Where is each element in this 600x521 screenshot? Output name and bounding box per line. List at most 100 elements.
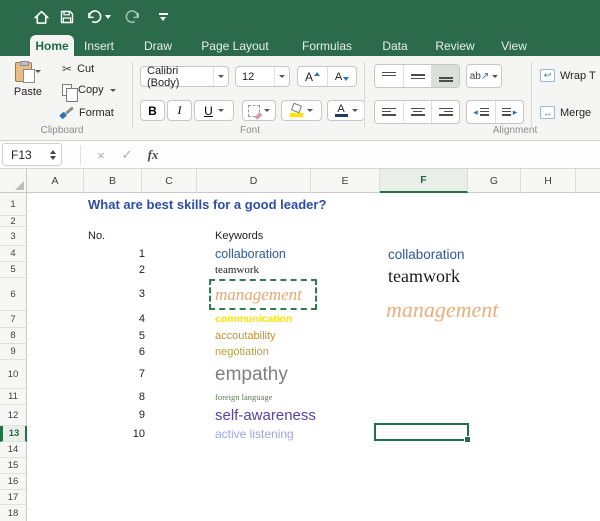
number-cell-7[interactable]: 7 [95,360,145,389]
keyword-cell-negotiation[interactable]: negotiation [215,344,269,360]
name-box[interactable]: F13 [2,143,62,166]
keyword-cell-accoutability[interactable]: accoutability [215,328,276,344]
align-top-button[interactable] [375,65,403,87]
row-header-6[interactable]: 6 [0,278,27,311]
preview-cell-teamwork[interactable]: teamwork [388,264,460,289]
paste-button[interactable]: Paste [8,61,48,98]
tab-formulas[interactable]: Formulas [296,36,358,56]
fill-color-dropdown-caret[interactable] [307,109,313,112]
wrap-text-button[interactable]: ↩ Wrap T [540,69,596,82]
align-left-button[interactable] [375,101,403,123]
number-cell-9[interactable]: 9 [95,405,145,426]
row-header-5[interactable]: 5 [0,262,27,278]
tab-home[interactable]: Home [30,35,74,56]
font-name-combo[interactable]: Calibri (Body) [140,65,229,89]
preview-cell-management[interactable]: management [386,293,498,327]
row-header-17[interactable]: 17 [0,490,27,505]
underline-button[interactable]: U [194,100,234,121]
cancel-button[interactable]: × [90,141,112,169]
grow-font-button[interactable]: A [298,67,327,86]
tab-view[interactable]: View [496,36,532,56]
font-name-dropdown-caret[interactable] [213,67,228,86]
undo-button[interactable] [85,7,111,27]
decrease-indent-button[interactable]: ◂ [467,101,495,123]
preview-cell-collaboration[interactable]: collaboration [388,246,465,264]
orientation-dropdown-caret[interactable] [492,74,499,78]
insert-function-button[interactable]: fx [142,141,164,169]
align-bottom-button[interactable] [431,65,459,87]
row-header-3[interactable]: 3 [0,227,27,246]
row-header-11[interactable]: 11 [0,389,27,405]
copy-dropdown-caret[interactable] [109,88,116,92]
customize-quick-access-icon[interactable] [153,7,173,27]
keyword-cell-active-listening[interactable]: active listening [215,426,294,442]
row-header-8[interactable]: 8 [0,328,27,344]
row-header-12[interactable]: 12 [0,405,27,426]
tab-page-layout[interactable]: Page Layout [196,36,274,56]
number-cell-1[interactable]: 1 [95,246,145,262]
redo-button[interactable] [122,7,142,27]
keyword-cell-collaboration[interactable]: collaboration [215,246,286,262]
sheet-title-cell[interactable]: What are best skills for a good leader? [88,193,326,216]
no-header-cell[interactable]: No. [88,227,105,246]
keyword-cell-empathy[interactable]: empathy [215,360,288,389]
borders-button[interactable] [242,100,276,121]
cut-button[interactable]: ✂ Cut [62,62,94,76]
number-cell-10[interactable]: 10 [95,426,145,442]
row-header-18[interactable]: 18 [0,505,27,521]
orientation-button[interactable]: ab↗ [466,64,502,88]
formula-input[interactable] [168,141,600,169]
column-header-c[interactable]: C [142,169,197,193]
bold-button[interactable]: B [140,100,165,121]
number-cell-5[interactable]: 5 [95,328,145,344]
keyword-cell-communication[interactable]: communication [215,311,293,328]
fill-color-button[interactable] [281,100,322,121]
italic-button[interactable]: I [167,100,192,121]
format-painter-button[interactable]: Format [60,106,114,119]
align-center-button[interactable] [403,101,431,123]
keywords-header-cell[interactable]: Keywords [215,227,263,246]
tab-draw[interactable]: Draw [141,36,175,56]
name-box-spinner[interactable] [50,149,56,160]
column-header-partial[interactable] [576,169,600,193]
column-header-f[interactable]: F [380,169,468,193]
keyword-cell-teamwork[interactable]: teamwork [215,262,259,278]
tab-review[interactable]: Review [431,36,479,56]
column-header-h[interactable]: H [521,169,576,193]
row-header-16[interactable]: 16 [0,474,27,490]
align-middle-button[interactable] [403,65,431,87]
row-header-4[interactable]: 4 [0,246,27,262]
number-cell-6[interactable]: 6 [95,344,145,360]
paste-dropdown-caret[interactable] [35,70,41,73]
font-size-dropdown-caret[interactable] [274,67,289,86]
number-cell-2[interactable]: 2 [95,262,145,278]
shrink-font-button[interactable]: A [327,67,356,86]
row-header-9[interactable]: 9 [0,344,27,360]
number-cell-8[interactable]: 8 [95,389,145,405]
font-color-button[interactable]: A [327,100,365,121]
row-header-7[interactable]: 7 [0,311,27,328]
fill-handle[interactable] [464,436,471,443]
copy-button[interactable]: Copy [62,84,116,102]
align-right-button[interactable] [431,101,459,123]
row-header-15[interactable]: 15 [0,458,27,474]
number-cell-4[interactable]: 4 [95,311,145,328]
increase-indent-button[interactable]: ▸ [495,101,523,123]
row-header-1[interactable]: 1 [0,193,27,216]
row-header-14[interactable]: 14 [0,442,27,458]
keyword-cell-self-awareness[interactable]: self-awareness [215,405,316,426]
column-header-a[interactable]: A [27,169,84,193]
tab-data[interactable]: Data [377,36,413,56]
row-header-13[interactable]: 13 [0,426,27,442]
enter-button[interactable]: ✓ [116,141,138,169]
row-header-2[interactable]: 2 [0,216,27,227]
tab-insert[interactable]: Insert [80,36,118,56]
select-all-corner[interactable] [0,169,27,193]
font-color-dropdown-caret[interactable] [351,109,358,112]
underline-dropdown-caret[interactable] [217,109,224,112]
save-icon[interactable] [57,7,77,27]
home-icon[interactable] [31,7,51,27]
merge-button[interactable]: ↔ Merge [540,106,591,119]
column-header-b[interactable]: B [84,169,142,193]
number-cell-3[interactable]: 3 [95,278,145,311]
